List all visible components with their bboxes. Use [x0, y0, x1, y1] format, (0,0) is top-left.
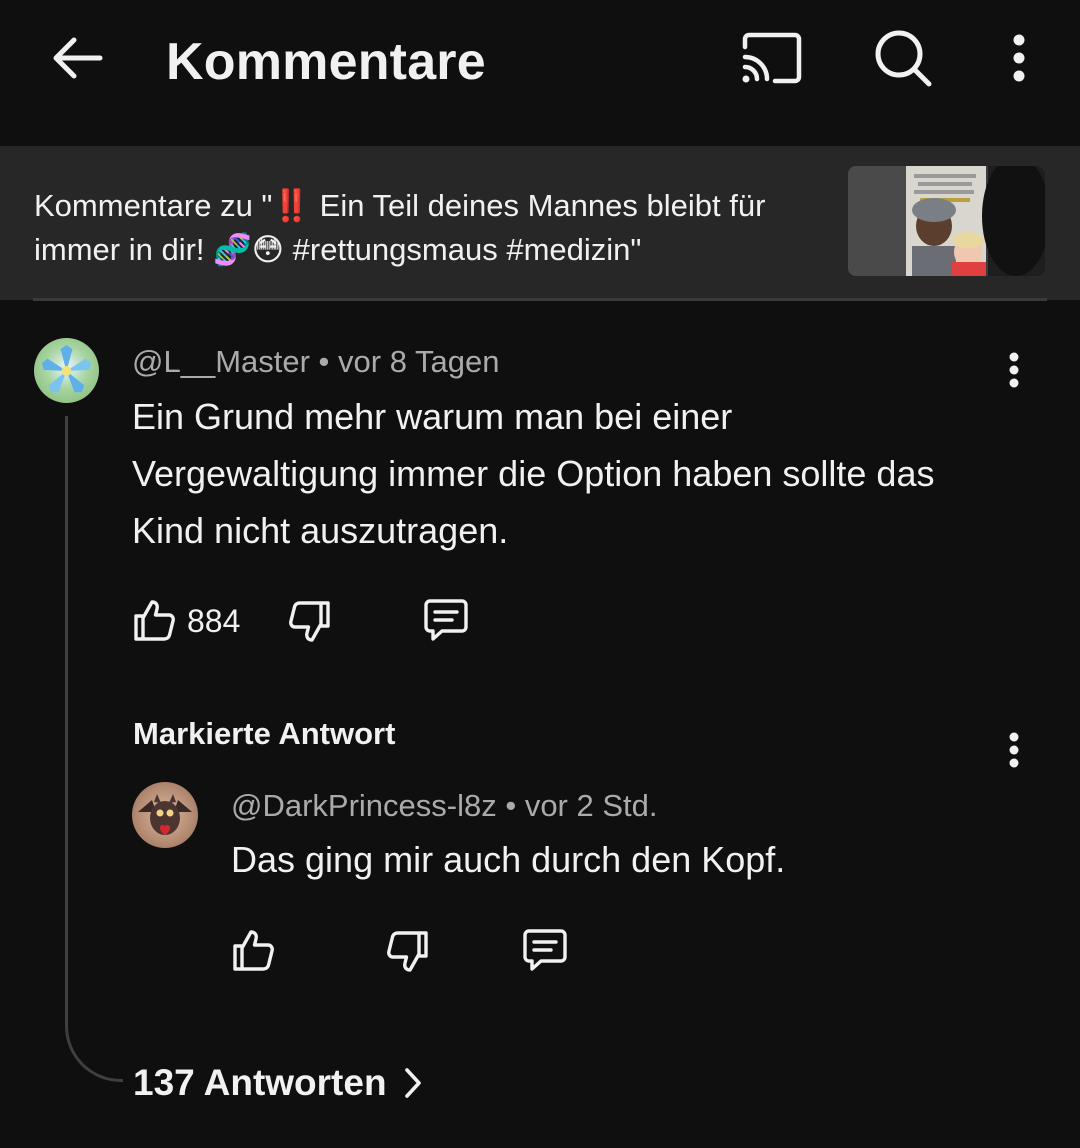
like-button[interactable]: [130, 596, 178, 644]
page-title: Kommentare: [166, 33, 486, 91]
search-button[interactable]: [868, 24, 938, 92]
top-app-bar: Kommentare: [0, 0, 1080, 120]
thumbs-up-icon: [134, 600, 175, 641]
chevron-right-icon: [403, 1066, 423, 1100]
reply-more-button[interactable]: [994, 720, 1034, 780]
reply-text: Das ging mir auch durch den Kopf.: [231, 839, 786, 880]
reply-button[interactable]: [420, 596, 472, 644]
dislike-button[interactable]: [286, 598, 334, 646]
video-context-bar[interactable]: Kommentare zu "‼️ Ein Teil deines Mannes…: [0, 146, 1080, 300]
video-context-text: Kommentare zu "‼️ Ein Teil deines Mannes…: [34, 188, 766, 267]
reply-meta: @DarkPrincess-l8z • vor 2 Std.: [231, 788, 658, 823]
arrow-left-icon: [53, 37, 103, 79]
more-vertical-icon: [1013, 34, 1025, 82]
thumbs-down-icon: [387, 931, 428, 972]
comment-icon: [424, 599, 468, 641]
more-options-button[interactable]: [998, 26, 1040, 90]
comment-icon: [523, 929, 567, 971]
commenter-avatar[interactable]: [34, 338, 99, 403]
more-vertical-icon: [1009, 352, 1019, 388]
replies-count-label: 137 Antworten: [133, 1062, 387, 1103]
reply-like-button[interactable]: [229, 926, 277, 974]
thumbs-down-icon: [289, 601, 330, 642]
video-thumbnail[interactable]: [848, 166, 1045, 276]
context-divider: [33, 298, 1047, 301]
comments-page: Kommentare Kommentare zu "‼️ Ein Teil de…: [0, 0, 1080, 1148]
thread-connector-line: [65, 416, 123, 1082]
back-button[interactable]: [40, 26, 112, 90]
view-replies-link[interactable]: 137 Antworten: [133, 1060, 423, 1106]
like-count: 884: [187, 603, 241, 639]
reply-dislike-button[interactable]: [384, 928, 432, 976]
comment-more-button[interactable]: [994, 340, 1034, 400]
search-icon: [875, 30, 932, 87]
comment-meta: @L__Master • vor 8 Tagen: [132, 344, 500, 379]
cast-icon: [742, 32, 802, 84]
reply-author-avatar[interactable]: [132, 782, 198, 848]
reply-reply-button[interactable]: [519, 926, 571, 974]
comment-text: Ein Grund mehr warum man bei einer Verge…: [132, 396, 935, 551]
highlighted-reply-label: Markierte Antwort: [133, 716, 396, 751]
cast-button[interactable]: [734, 26, 808, 90]
thumbs-up-icon: [233, 930, 274, 971]
more-vertical-icon: [1009, 732, 1019, 768]
